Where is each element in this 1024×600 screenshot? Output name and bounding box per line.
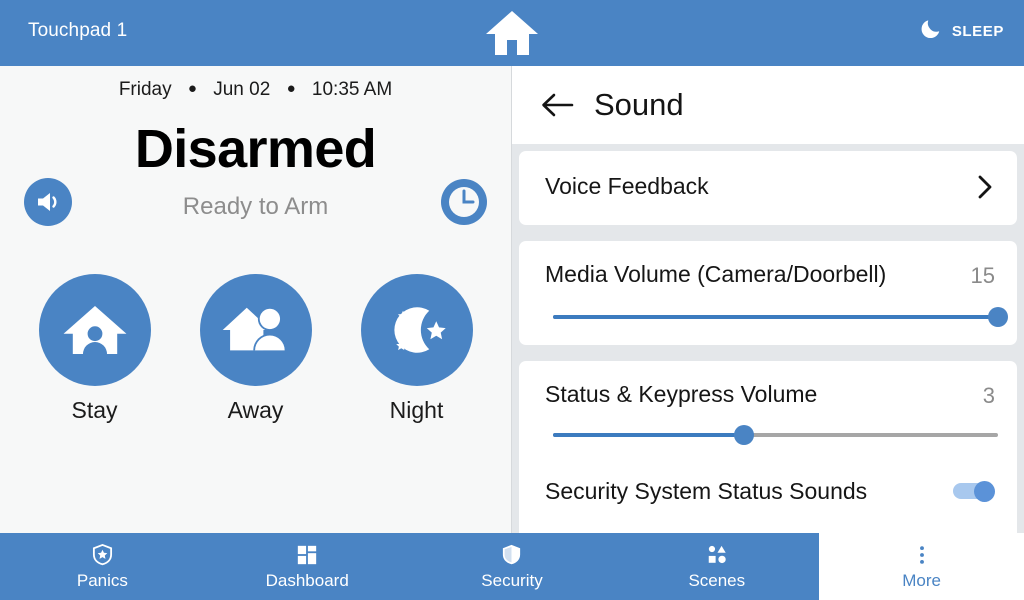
house-walking-person-icon [199,274,312,386]
separator-dot: ● [187,80,197,97]
clock-icon[interactable] [440,178,488,226]
arm-mode-away[interactable]: Away [199,274,312,424]
status-volume-card: Status & Keypress Volume 3 Security Syst… [519,361,1017,533]
shapes-icon [706,543,728,567]
sleep-button[interactable]: SLEEP [920,18,1004,45]
nav-item-security[interactable]: Security [409,533,615,600]
panel-title: Touchpad 1 [28,20,128,41]
status-subtitle: Ready to Arm [182,193,329,220]
chevron-right-icon [975,174,995,200]
toggle-thumb [974,481,995,502]
sound-panel-header: Sound [512,66,1024,144]
arm-status-block: Disarmed Ready to Arm [0,118,511,238]
media-volume-value: 15 [970,263,995,288]
sleep-label: SLEEP [951,23,1004,40]
datetime-row: Friday ● Jun 02 ● 10:35 AM [0,79,511,101]
home-icon[interactable] [484,7,540,59]
nav-label: Dashboard [265,570,349,590]
nav-label: Panics [76,570,128,590]
time-label: 10:35 AM [311,79,393,100]
slider-thumb[interactable] [988,307,1008,327]
day-label: Friday [118,79,172,100]
back-arrow-icon[interactable] [540,90,574,120]
nav-item-panics[interactable]: Panics [0,533,205,600]
voice-feedback-row[interactable]: Voice Feedback [519,151,1017,225]
date-label: Jun 02 [213,79,271,100]
nav-item-more[interactable]: More [819,533,1024,600]
status-sounds-toggle[interactable] [953,481,997,502]
arm-mode-label: Away [227,397,284,423]
nav-item-scenes[interactable]: Scenes [614,533,820,600]
arm-mode-stay[interactable]: Stay [38,274,151,424]
more-vertical-icon [911,543,933,567]
touchpad-screen: Touchpad 1 SLEEP Friday ● Jun 02 ● 10:35… [0,0,1024,600]
status-volume-value: 3 [982,383,995,408]
status-volume-slider[interactable] [553,425,998,445]
shield-star-icon [91,543,114,567]
arm-mode-label: Night [389,397,444,423]
security-status-panel: Friday ● Jun 02 ● 10:35 AM Disarmed Read… [0,66,512,533]
page-title: Disarmed [134,119,377,179]
bottom-navigation: Panics Dashboard Security Scenes More [0,533,1024,600]
status-sounds-label: Security System Status Sounds [545,478,868,504]
shield-icon [500,543,523,567]
status-volume-label: Status & Keypress Volume [545,381,818,407]
media-volume-card: Media Volume (Camera/Doorbell) 15 [519,241,1017,345]
slider-fill [553,315,998,319]
grid-icon [296,543,318,567]
sound-title: Sound [594,87,684,122]
nav-label: Security [481,570,543,590]
media-volume-label: Media Volume (Camera/Doorbell) [545,261,887,287]
nav-item-dashboard[interactable]: Dashboard [204,533,410,600]
sound-settings-panel: Sound Voice Feedback Media Volume (Camer… [512,66,1024,533]
moon-stars-icon [360,274,473,386]
moon-icon [920,18,942,45]
media-volume-slider[interactable] [553,307,1008,327]
top-header-bar: Touchpad 1 SLEEP [0,0,1024,66]
nav-label: More [902,570,941,590]
arm-mode-night[interactable]: Night [360,274,473,424]
nav-label: Scenes [688,570,746,590]
arm-mode-buttons: Stay Away Night [0,274,511,424]
slider-fill [553,433,745,437]
voice-feedback-label: Voice Feedback [545,173,709,199]
house-person-icon [38,274,151,386]
separator-dot: ● [286,80,296,97]
arm-mode-label: Stay [71,397,118,423]
slider-thumb[interactable] [734,425,755,445]
